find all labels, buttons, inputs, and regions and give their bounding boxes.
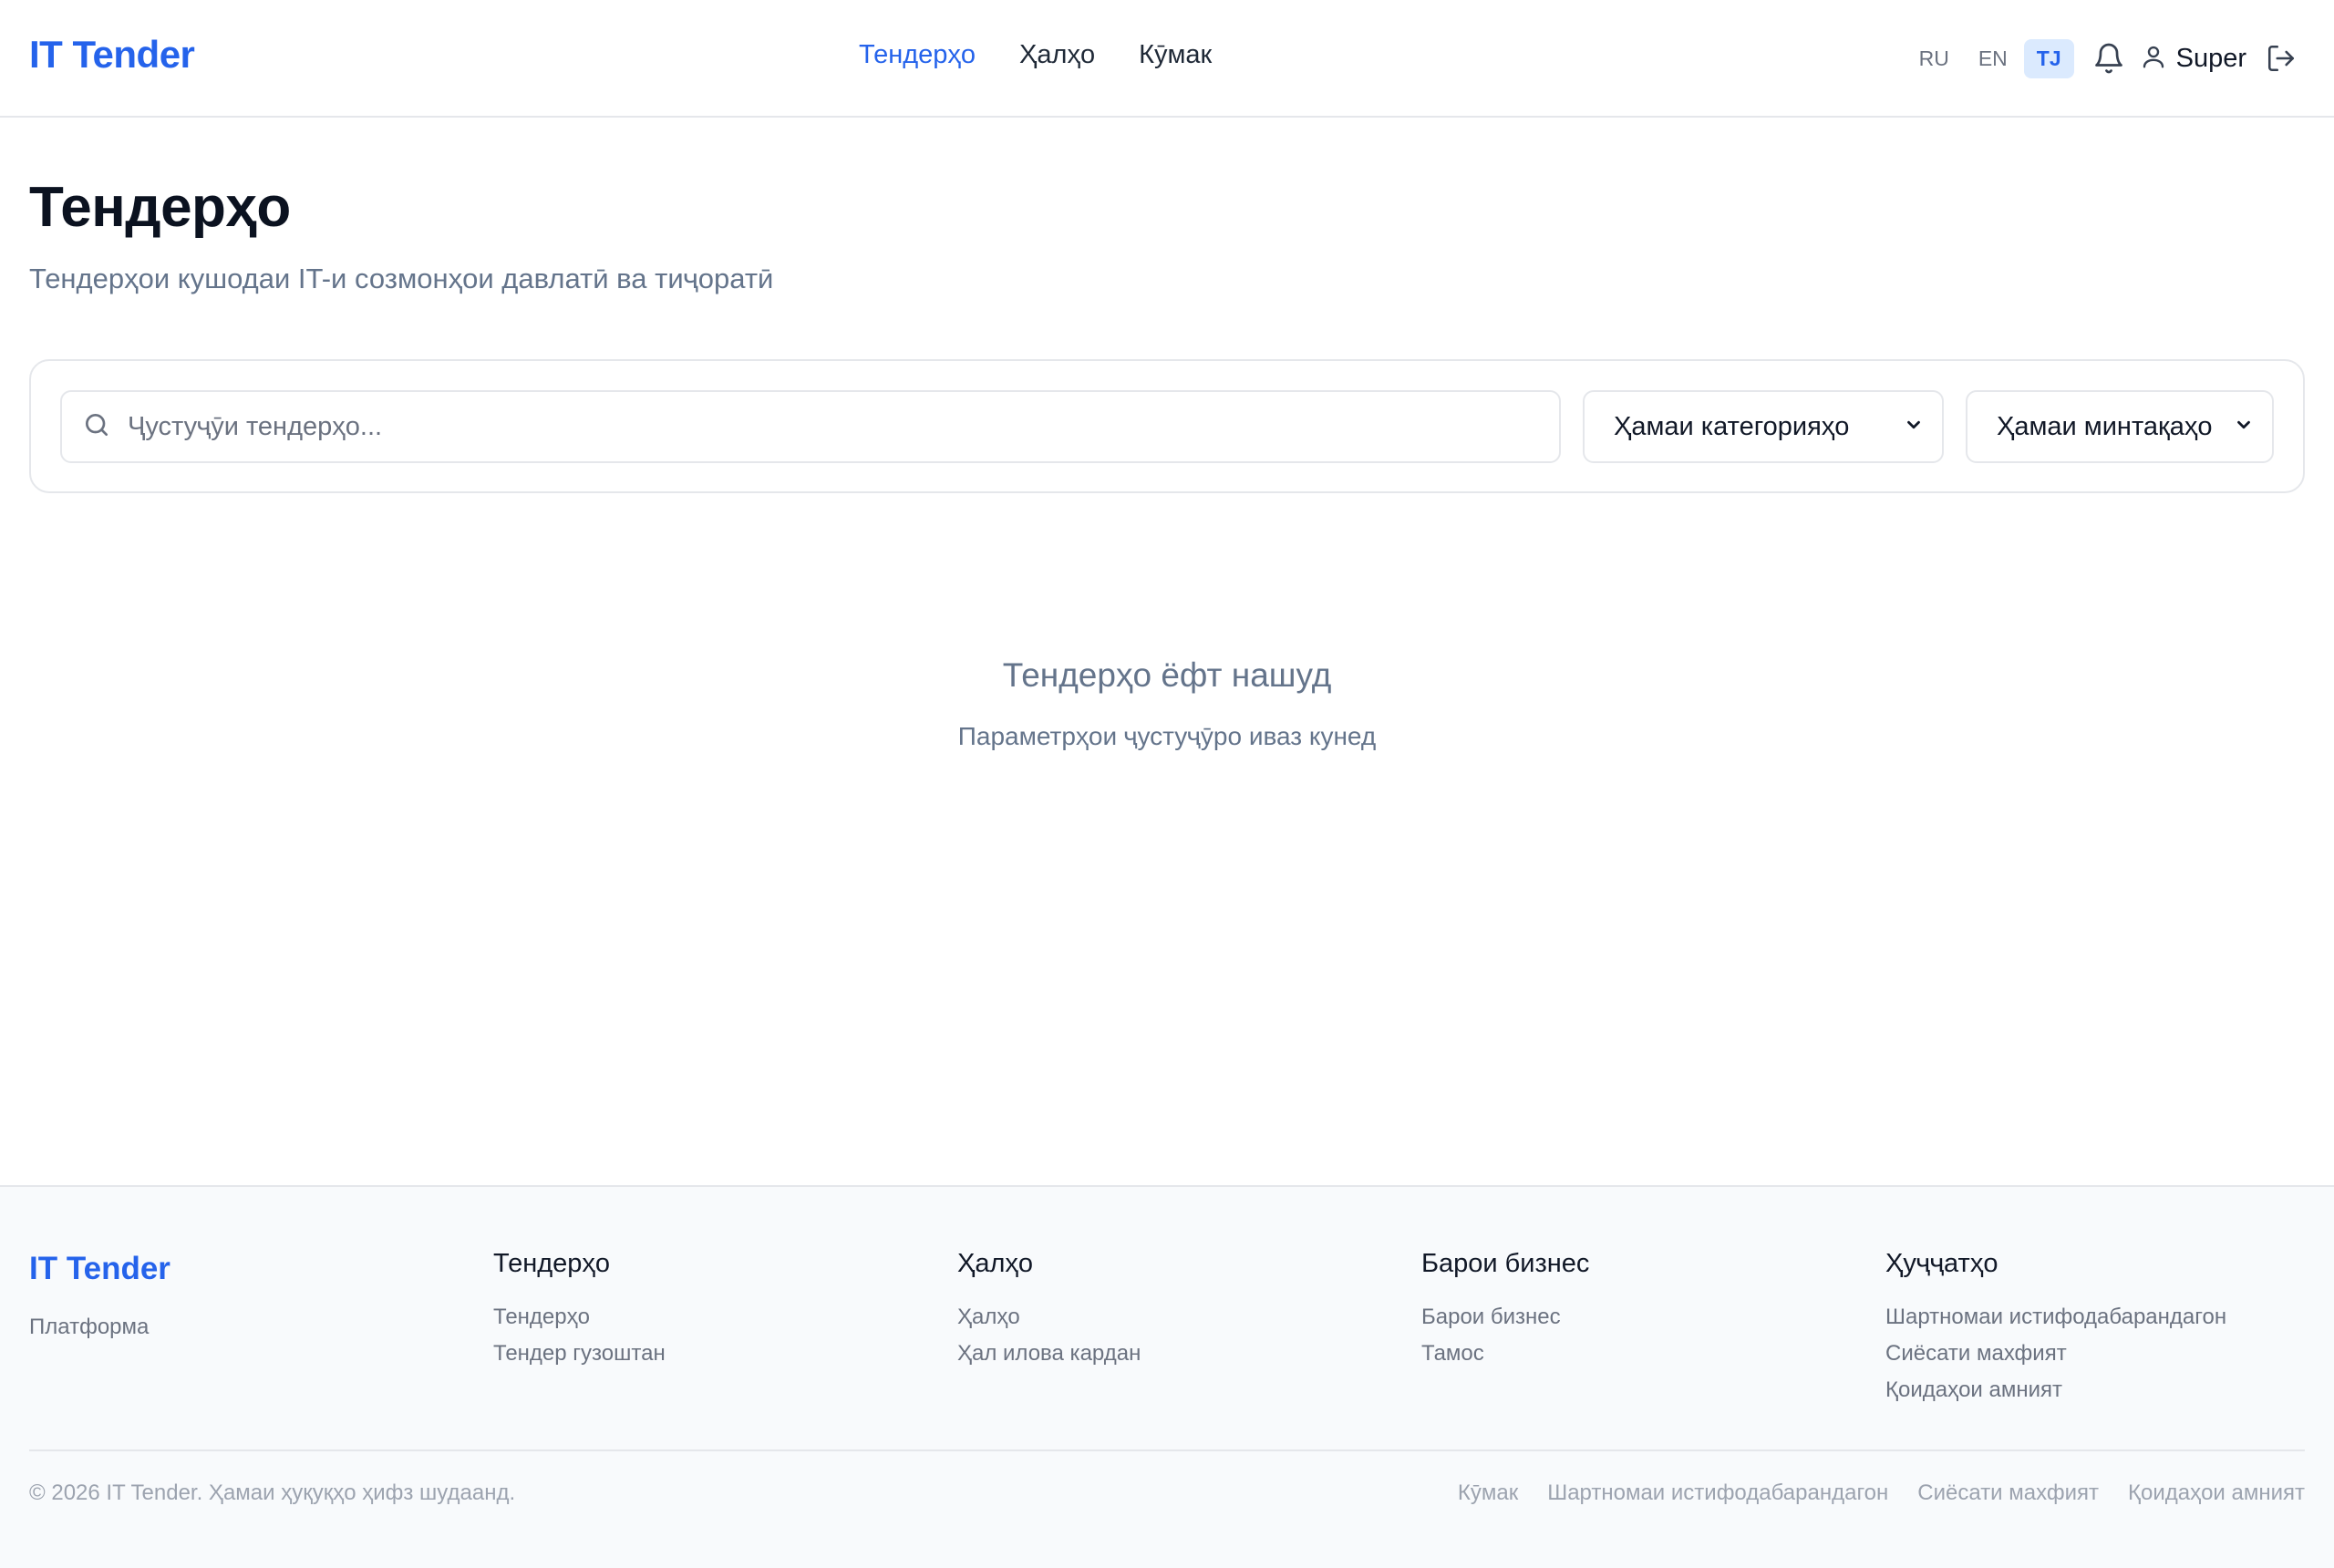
page-subtitle: Тендерҳои кушодаи IT-и созмонҳои давлатӣ… — [29, 263, 774, 294]
footer-link[interactable]: Ҳалҳо — [957, 1299, 1141, 1336]
region-select[interactable]: Ҳамаи минтақаҳо — [1966, 390, 2274, 463]
filter-panel: Ҳамаи категорияҳо Ҳамаи минтақаҳо — [29, 359, 2305, 493]
footer-column-title: Ҳуҷҷатҳо — [1885, 1249, 1998, 1278]
category-select-value: Ҳамаи категорияҳо — [1614, 411, 1850, 441]
main-nav: Тендерҳо Ҳалҳо Кӯмак — [859, 40, 1212, 70]
footer-link[interactable]: Сиёсати махфият — [1885, 1336, 2226, 1372]
footer-column-documents: Ҳуҷҷатҳо Шартномаи истифодабарандагон Си… — [1885, 1249, 2226, 1408]
footer-link[interactable]: Ҳал илова кардан — [957, 1336, 1141, 1372]
footer-column-tenders: Тендерҳо Тендерҳо Тендер гузоштан — [493, 1249, 666, 1372]
footer-logo[interactable]: IT Tender — [29, 1251, 170, 1287]
bottom-link-security[interactable]: Қоидаҳои амният — [2128, 1480, 2305, 1506]
search-input[interactable] — [128, 411, 1495, 442]
chevron-down-icon — [1904, 412, 1924, 442]
lang-ru-button[interactable]: RU — [1906, 39, 1962, 78]
footer-link[interactable]: Тендерҳо — [493, 1299, 666, 1336]
footer-bottom-links: Кӯмак Шартномаи истифодабарандагон Сиёса… — [1458, 1480, 2305, 1506]
nav-item-solutions[interactable]: Ҳалҳо — [1019, 40, 1095, 70]
logout-icon[interactable] — [2257, 35, 2305, 82]
page-title: Тендерҳо — [29, 176, 291, 239]
top-header: IT Tender Тендерҳо Ҳалҳо Кӯмак RU EN TJ … — [0, 0, 2334, 118]
search-icon — [82, 410, 111, 444]
lang-tj-button[interactable]: TJ — [2023, 38, 2074, 78]
footer-column-title: Ҳалҳо — [957, 1249, 1034, 1278]
footer-column-business: Барои бизнес Барои бизнес Тамос — [1421, 1249, 1589, 1372]
empty-state-subtitle: Параметрҳои ҷустуҷӯро иваз кунед — [957, 722, 1377, 750]
footer-link[interactable]: Барои бизнес — [1421, 1299, 1589, 1336]
empty-state-title: Тендерҳо ёфт нашуд — [1002, 656, 1332, 694]
footer-link[interactable]: Тамос — [1421, 1336, 1589, 1372]
user-name: Super — [2175, 43, 2246, 73]
bottom-link-help[interactable]: Кӯмак — [1458, 1480, 1518, 1506]
footer-column-title: Барои бизнес — [1421, 1249, 1590, 1278]
header-tools: RU EN TJ Super — [1903, 35, 2305, 82]
logo[interactable]: IT Tender — [29, 33, 195, 77]
footer-link[interactable]: Тендер гузоштан — [493, 1336, 666, 1372]
bottom-link-privacy[interactable]: Сиёсати махфият — [1917, 1480, 2099, 1506]
footer-divider — [29, 1449, 2305, 1451]
user-icon — [2140, 42, 2167, 76]
category-select[interactable]: Ҳамаи категорияҳо — [1583, 390, 1944, 463]
chevron-down-icon — [2234, 412, 2254, 442]
footer-link[interactable]: Шартномаи истифодабарандагон — [1885, 1299, 2226, 1336]
footer-link[interactable]: Қоидаҳои амният — [1885, 1372, 2226, 1408]
user-menu[interactable]: Super — [2140, 42, 2246, 76]
region-select-value: Ҳамаи минтақаҳо — [1997, 411, 2213, 441]
lang-en-button[interactable]: EN — [1966, 39, 2020, 78]
footer-column-solutions: Ҳалҳо Ҳалҳо Ҳал илова кардан — [957, 1249, 1141, 1372]
bell-icon[interactable] — [2085, 35, 2133, 82]
bottom-link-user-agreement[interactable]: Шартномаи истифодабарандагон — [1547, 1480, 1888, 1506]
copyright: © 2026 IT Tender. Ҳамаи ҳуқуқҳо ҳифз шуд… — [29, 1480, 516, 1505]
nav-item-tenders[interactable]: Тендерҳо — [859, 40, 976, 70]
search-box[interactable] — [60, 390, 1561, 463]
footer-column-title: Тендерҳо — [493, 1249, 611, 1278]
footer: IT Tender Платформа Тендерҳо Тендерҳо Те… — [0, 1185, 2334, 1568]
nav-item-help[interactable]: Кӯмак — [1139, 40, 1212, 70]
footer-tagline: Платформа — [29, 1315, 150, 1339]
